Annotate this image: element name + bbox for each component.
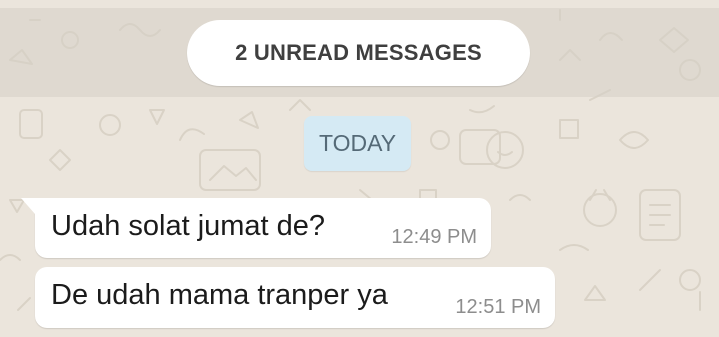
unread-messages-label: 2 UNREAD MESSAGES	[235, 40, 482, 65]
message-timestamp: 12:51 PM	[455, 296, 541, 318]
date-separator: TODAY	[304, 116, 411, 171]
message-text: De udah mama tranper ya	[51, 279, 388, 311]
date-separator-label: TODAY	[318, 130, 397, 156]
message-bubble[interactable]: De udah mama tranper ya 12:51 PM	[35, 267, 555, 328]
bubble-tail	[21, 198, 35, 214]
unread-messages-banner: 2 UNREAD MESSAGES	[187, 20, 530, 86]
message-bubble[interactable]: Udah solat jumat de? 12:49 PM	[21, 198, 491, 258]
message-text: Udah solat jumat de?	[51, 210, 326, 242]
message-timestamp: 12:49 PM	[391, 226, 477, 248]
